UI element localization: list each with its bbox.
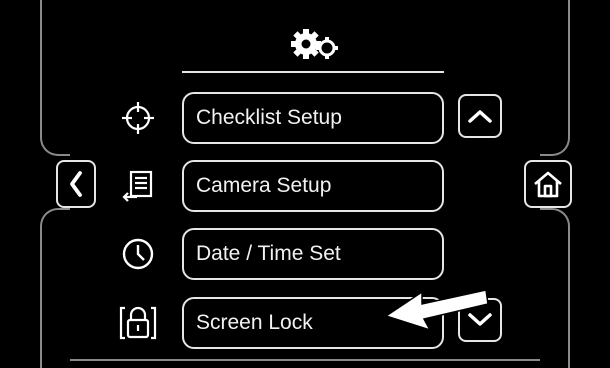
bottom-divider [70, 359, 540, 361]
pointer-arrow-icon [382, 286, 492, 334]
right-panel-frame-top [540, 0, 570, 156]
back-button[interactable] [56, 160, 96, 208]
chevron-up-icon [468, 110, 492, 123]
home-icon [534, 171, 562, 198]
right-panel-frame-bottom [540, 208, 570, 368]
left-panel-frame-top [40, 0, 70, 156]
padlock-icon [116, 302, 160, 344]
left-panel-frame-bottom [40, 208, 70, 368]
header-underline [182, 71, 444, 73]
chevron-left-icon [70, 171, 82, 197]
crosshair-icon [118, 98, 158, 138]
scroll-up-button[interactable] [458, 94, 502, 138]
camera-setup-label: Camera Setup [196, 174, 332, 197]
home-button[interactable] [524, 160, 572, 208]
date-time-set-button[interactable]: Date / Time Set [182, 228, 444, 280]
document-arrow-icon [118, 166, 158, 206]
date-time-set-label: Date / Time Set [196, 242, 341, 265]
settings-gears-icon [284, 24, 344, 64]
clock-icon [118, 234, 158, 274]
checklist-setup-button[interactable]: Checklist Setup [182, 92, 444, 144]
camera-setup-button[interactable]: Camera Setup [182, 160, 444, 212]
screen-lock-label: Screen Lock [196, 311, 313, 334]
checklist-setup-label: Checklist Setup [196, 106, 342, 129]
